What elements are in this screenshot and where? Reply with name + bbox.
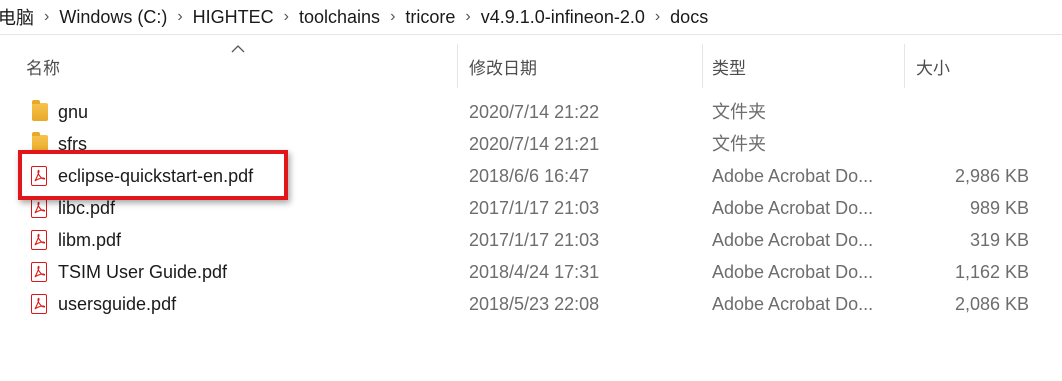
- breadcrumb-item-drive[interactable]: Windows (C:): [55, 7, 171, 28]
- file-date: 2018/5/23 22:08: [469, 294, 600, 314]
- column-header-name-label: 名称: [26, 58, 60, 78]
- file-row-tsim-user-guide[interactable]: TSIM User Guide.pdf 2018/4/24 17:31 Adob…: [0, 256, 1062, 288]
- file-date: 2018/6/6 16:47: [469, 166, 590, 186]
- file-type: 文件夹: [712, 134, 766, 154]
- folder-icon: [32, 100, 48, 121]
- breadcrumb-item-pc[interactable]: 电脑: [0, 4, 38, 30]
- pdf-icon: [31, 262, 47, 282]
- chevron-right-icon[interactable]: ›: [649, 8, 666, 26]
- breadcrumb: 电脑 › Windows (C:) › HIGHTEC › toolchains…: [0, 0, 1062, 35]
- file-name: libm.pdf: [58, 230, 122, 250]
- breadcrumb-item-hightec[interactable]: HIGHTEC: [189, 7, 278, 28]
- column-divider[interactable]: [457, 44, 458, 88]
- highlight-box: [18, 150, 288, 200]
- sort-ascending-icon: [231, 40, 245, 56]
- file-type: Adobe Acrobat Do...: [712, 262, 874, 282]
- file-date: 2020/7/14 21:22: [469, 102, 600, 122]
- file-size: 2,086 KB: [954, 294, 1029, 314]
- file-type: Adobe Acrobat Do...: [712, 294, 874, 314]
- breadcrumb-item-toolchains[interactable]: toolchains: [295, 7, 384, 28]
- file-name: usersguide.pdf: [58, 294, 177, 314]
- file-date: 2017/1/17 21:03: [469, 230, 600, 250]
- file-size: 2,986 KB: [954, 166, 1029, 186]
- file-size: 989 KB: [969, 198, 1029, 218]
- file-type: Adobe Acrobat Do...: [712, 230, 874, 250]
- file-type: Adobe Acrobat Do...: [712, 198, 874, 218]
- breadcrumb-item-docs[interactable]: docs: [666, 7, 712, 28]
- column-header-row: 名称 修改日期 类型 大小: [0, 40, 1062, 92]
- chevron-right-icon[interactable]: ›: [278, 8, 295, 26]
- file-size: 319 KB: [969, 230, 1029, 250]
- file-name: TSIM User Guide.pdf: [58, 262, 228, 282]
- file-date: 2018/4/24 17:31: [469, 262, 600, 282]
- file-row-usersguide[interactable]: usersguide.pdf 2018/5/23 22:08 Adobe Acr…: [0, 288, 1062, 320]
- pdf-icon: [31, 230, 47, 250]
- column-header-date-label: 修改日期: [469, 58, 537, 78]
- chevron-right-icon[interactable]: ›: [38, 8, 55, 26]
- file-type: 文件夹: [712, 102, 766, 122]
- column-header-size[interactable]: 大小: [906, 40, 1056, 92]
- column-header-type-label: 类型: [712, 58, 746, 78]
- file-size: 1,162 KB: [954, 262, 1029, 282]
- pdf-icon: [31, 294, 47, 314]
- file-type: Adobe Acrobat Do...: [712, 166, 874, 186]
- chevron-right-icon[interactable]: ›: [459, 8, 476, 26]
- file-row-gnu[interactable]: gnu 2020/7/14 21:22 文件夹: [0, 96, 1062, 128]
- pdf-icon: [31, 198, 47, 218]
- file-date: 2017/1/17 21:03: [469, 198, 600, 218]
- chevron-right-icon[interactable]: ›: [384, 8, 401, 26]
- chevron-right-icon[interactable]: ›: [171, 8, 188, 26]
- file-date: 2020/7/14 21:21: [469, 134, 600, 154]
- column-divider[interactable]: [904, 44, 905, 88]
- file-name: gnu: [58, 102, 89, 122]
- column-header-date[interactable]: 修改日期: [459, 40, 702, 92]
- breadcrumb-item-tricore[interactable]: tricore: [401, 7, 459, 28]
- column-header-size-label: 大小: [916, 58, 950, 78]
- file-row-libm[interactable]: libm.pdf 2017/1/17 21:03 Adobe Acrobat D…: [0, 224, 1062, 256]
- breadcrumb-item-version[interactable]: v4.9.1.0-infineon-2.0: [477, 7, 649, 28]
- column-header-type[interactable]: 类型: [702, 40, 904, 92]
